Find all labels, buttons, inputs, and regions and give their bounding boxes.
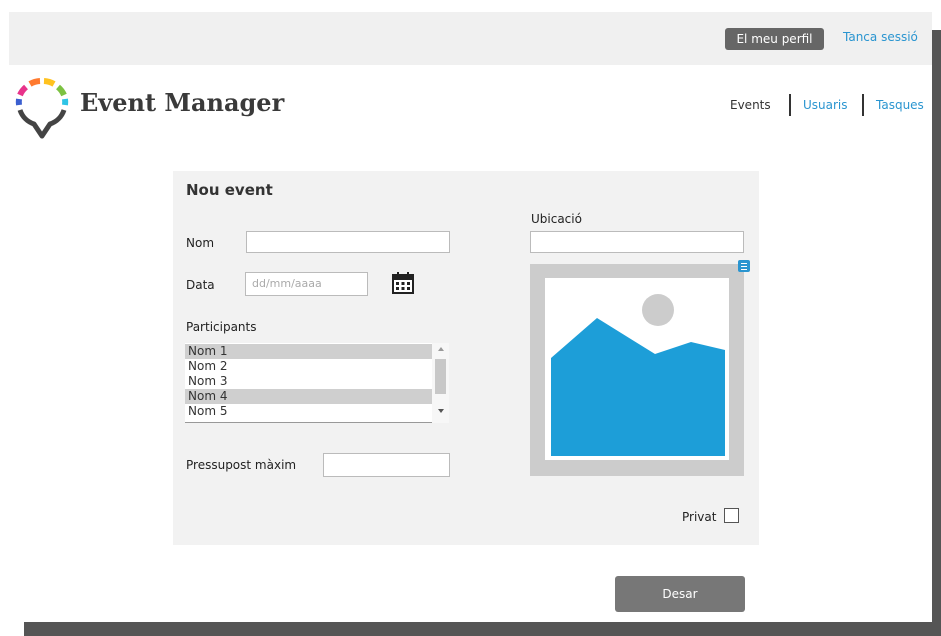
private-checkbox[interactable] xyxy=(724,508,739,523)
calendar-icon[interactable] xyxy=(392,272,414,294)
nav-events[interactable]: Events xyxy=(730,98,771,112)
budget-label: Pressupost màxim xyxy=(186,458,297,472)
save-button[interactable]: Desar xyxy=(615,576,745,612)
listbox-scrollbar[interactable] xyxy=(432,343,449,423)
location-label: Ubicació xyxy=(531,212,582,226)
date-input[interactable]: dd/mm/aaaa xyxy=(245,272,368,296)
name-label: Nom xyxy=(186,236,215,250)
participants-label: Participants xyxy=(186,320,257,334)
scrollbar-thumb[interactable] xyxy=(435,359,446,394)
participant-option[interactable]: Nom 1 xyxy=(185,344,432,359)
nav-tasks[interactable]: Tasques xyxy=(876,98,924,112)
event-manager-logo-icon xyxy=(15,78,69,139)
participant-option[interactable]: Nom 2 xyxy=(185,359,432,374)
participants-listbox[interactable]: Nom 1 Nom 2 Nom 3 Nom 4 Nom 5 xyxy=(185,343,449,423)
image-placeholder-icon xyxy=(551,294,725,456)
nav-users[interactable]: Usuaris xyxy=(803,98,848,112)
location-input[interactable] xyxy=(530,231,744,253)
scroll-down-icon[interactable] xyxy=(438,409,444,413)
participant-option[interactable]: Nom 3 xyxy=(185,374,432,389)
event-image[interactable] xyxy=(530,264,744,476)
image-frame xyxy=(545,278,729,460)
participant-option[interactable]: Nom 4 xyxy=(185,389,432,404)
form-title: Nou event xyxy=(186,181,273,199)
date-label: Data xyxy=(186,278,215,292)
nav-divider xyxy=(789,94,791,116)
brand-title: Event Manager xyxy=(80,88,285,117)
menu-icon[interactable] xyxy=(738,260,750,272)
my-profile-button[interactable]: El meu perfil xyxy=(725,28,824,50)
participant-option[interactable]: Nom 5 xyxy=(185,404,432,419)
budget-input[interactable] xyxy=(323,453,450,477)
window-shadow-bottom xyxy=(24,622,941,636)
logout-link[interactable]: Tanca sessió xyxy=(843,30,918,44)
private-label: Privat xyxy=(682,510,717,524)
scroll-up-icon[interactable] xyxy=(438,347,444,351)
nav-divider xyxy=(862,94,864,116)
window-shadow-right xyxy=(932,30,941,630)
name-input[interactable] xyxy=(246,231,450,253)
